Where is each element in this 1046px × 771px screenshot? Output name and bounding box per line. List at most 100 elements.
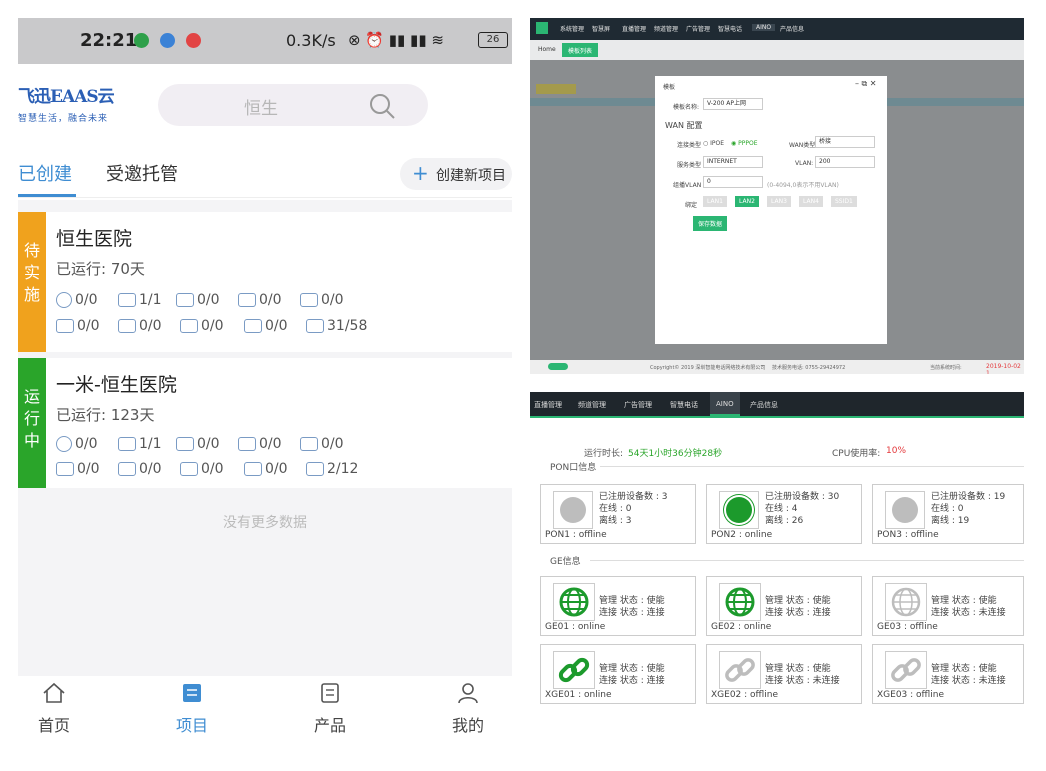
ge-name: GE01 : online bbox=[545, 622, 606, 632]
tab-home[interactable]: Home bbox=[538, 46, 556, 53]
admin-menu-item[interactable]: 广告管理 bbox=[686, 24, 710, 33]
admin-menu-item[interactable]: 智慧电话 bbox=[718, 24, 742, 33]
globe-icon bbox=[56, 292, 72, 308]
screen-icon bbox=[118, 462, 136, 476]
stat-phone: 0/0 bbox=[56, 461, 100, 477]
system-time: 2019-10-02 1 bbox=[986, 363, 1021, 374]
admin-menu-item[interactable]: 系统管理 bbox=[560, 24, 584, 33]
panel-menu-item-active[interactable]: AINO bbox=[710, 392, 740, 416]
project-card[interactable]: 待实施 恒生医院 已运行: 70天 0/0 1/1 0/0 0/0 0/0 0/… bbox=[18, 212, 512, 352]
port-lan3[interactable]: LAN3 bbox=[767, 196, 791, 207]
project-card[interactable]: 运行中 一米-恒生医院 已运行: 123天 0/0 1/1 0/0 0/0 0/… bbox=[18, 358, 512, 488]
toolbar-buttons[interactable] bbox=[536, 84, 576, 94]
name-label: 模板名称: bbox=[673, 104, 700, 111]
create-project-button[interactable]: + 创建新项目 bbox=[400, 158, 512, 190]
ge-card[interactable]: 管理 状态 : 使能 连接 状态 : 连接 GE02 : online bbox=[706, 576, 862, 636]
app-logo: 飞迅EAAS云 智慧生活，融合未来 bbox=[18, 82, 148, 128]
radio-ipoe[interactable]: ○ IPOE bbox=[703, 140, 724, 147]
wan-type-label: WAN类型 bbox=[789, 142, 816, 149]
nav-home[interactable]: 首页 bbox=[24, 682, 84, 736]
port-ssid1[interactable]: SSID1 bbox=[831, 196, 857, 207]
nav-projects[interactable]: 项目 bbox=[162, 682, 222, 736]
xge-name: XGE03 : offline bbox=[877, 690, 944, 700]
dialog-window-controls[interactable]: – ⧉ ✕ bbox=[855, 79, 877, 89]
vlan-input[interactable]: 200 bbox=[815, 156, 875, 168]
pon-card[interactable]: 已注册设备数 : 3 在线 : 0 离线 : 3 PON1 : offline bbox=[540, 484, 696, 544]
admin-menu-item[interactable]: 智慧屏 bbox=[592, 24, 610, 33]
section-divider bbox=[590, 560, 1024, 561]
stat-app: 31/58 bbox=[306, 318, 367, 334]
ge-card[interactable]: 管理 状态 : 使能 连接 状态 : 连接 GE01 : online bbox=[540, 576, 696, 636]
logo-title: 飞迅EAAS云 bbox=[18, 87, 115, 107]
link-icon bbox=[885, 651, 927, 689]
tab-created[interactable]: 已创建 bbox=[18, 160, 72, 186]
project-name: 恒生医院 bbox=[56, 228, 133, 250]
panel-menu-item[interactable]: 频道管理 bbox=[578, 400, 606, 410]
ap-icon bbox=[244, 319, 262, 333]
status-bar: 22:21 0.3K/s ⊗ ⏰ ▮▮ ▮▮ ≋ 26 bbox=[18, 18, 512, 64]
menu-icon[interactable] bbox=[536, 22, 548, 34]
topbar-underline bbox=[530, 416, 1024, 418]
uptime-value: 54天1小时36分钟28秒 bbox=[628, 449, 723, 459]
tab-template-list[interactable]: 模板列表 bbox=[562, 43, 599, 57]
logo-slogan: 智慧生活，融合未来 bbox=[18, 114, 109, 124]
panel-menu-item[interactable]: 广告管理 bbox=[624, 400, 652, 410]
project-runtime: 已运行: 123天 bbox=[56, 406, 155, 424]
plus-icon: + bbox=[412, 161, 429, 185]
pon-name: PON2 : online bbox=[711, 530, 773, 540]
stat-phone: 0/0 bbox=[56, 318, 100, 334]
nav-products[interactable]: 产品 bbox=[300, 682, 360, 736]
project-name: 一米-恒生医院 bbox=[56, 374, 177, 396]
pon-card[interactable]: 已注册设备数 : 19 在线 : 0 离线 : 19 PON3 : offlin… bbox=[872, 484, 1024, 544]
pon-status-icon bbox=[553, 491, 593, 529]
system-time-label: 当前系统时间: bbox=[930, 365, 962, 371]
nav-mine[interactable]: 我的 bbox=[438, 682, 498, 736]
voip-icon bbox=[300, 437, 318, 451]
search-icon[interactable] bbox=[368, 92, 396, 120]
port-lan4[interactable]: LAN4 bbox=[799, 196, 823, 207]
panel-menu-item[interactable]: 智慧电话 bbox=[670, 400, 698, 410]
bind-label: 绑定 bbox=[685, 202, 698, 209]
stat-voip: 0/0 bbox=[300, 436, 344, 452]
panel-menu-item[interactable]: 产品信息 bbox=[750, 400, 778, 410]
tab-invited[interactable]: 受邀托管 bbox=[106, 160, 178, 186]
search-input[interactable]: 恒生 bbox=[158, 84, 428, 126]
template-name-input[interactable]: V-200 AP上网 bbox=[703, 98, 763, 110]
ap-icon bbox=[244, 462, 262, 476]
conn-type-label: 连接类型 bbox=[677, 142, 702, 149]
section-divider bbox=[600, 466, 1024, 467]
admin-menu-item[interactable]: AINO bbox=[752, 24, 776, 31]
router-icon bbox=[118, 437, 136, 451]
mvlan-label: 组播VLAN bbox=[673, 182, 702, 189]
admin-menu-item[interactable]: 产品信息 bbox=[780, 24, 804, 33]
stat-router: 1/1 bbox=[118, 292, 162, 308]
port-lan2[interactable]: LAN2 bbox=[735, 196, 759, 207]
stat-globe: 0/0 bbox=[56, 292, 98, 308]
stat-voip: 0/0 bbox=[300, 292, 344, 308]
notification-icon bbox=[134, 33, 149, 48]
save-button[interactable]: 保存数据 bbox=[693, 216, 728, 231]
wan-type-select[interactable]: 桥接 bbox=[815, 136, 875, 148]
ge-name: GE03 : offline bbox=[877, 622, 938, 632]
app-icon bbox=[306, 462, 324, 476]
signal-icons: ⊗ ⏰ ▮▮ ▮▮ ≋ bbox=[348, 31, 444, 49]
xge-card[interactable]: 管理 状态 : 使能 连接 状态 : 未连接 XGE03 : offline bbox=[872, 644, 1024, 704]
notification-icon bbox=[186, 33, 201, 48]
admin-tabs: Home 模板列表 bbox=[530, 40, 1024, 60]
ge-card[interactable]: 管理 状态 : 使能 连接 状态 : 未连接 GE03 : offline bbox=[872, 576, 1024, 636]
port-lan1[interactable]: LAN1 bbox=[703, 196, 727, 207]
xge-card[interactable]: 管理 状态 : 使能 连接 状态 : 连接 XGE01 : online bbox=[540, 644, 696, 704]
stat-olt: 0/0 bbox=[180, 461, 224, 477]
admin-menu-item[interactable]: 频道管理 bbox=[654, 24, 678, 33]
products-icon bbox=[321, 683, 339, 703]
admin-menu-item[interactable]: 直播管理 bbox=[622, 24, 646, 33]
globe-icon bbox=[719, 583, 761, 621]
link-icon bbox=[553, 651, 595, 689]
xge-card[interactable]: 管理 状态 : 使能 连接 状态 : 未连接 XGE02 : offline bbox=[706, 644, 862, 704]
toggle-icon[interactable] bbox=[548, 363, 568, 370]
panel-menu-item[interactable]: 直播管理 bbox=[534, 400, 562, 410]
service-type-select[interactable]: INTERNET bbox=[703, 156, 763, 168]
radio-pppoe[interactable]: ◉ PPPOE bbox=[731, 140, 758, 147]
mvlan-input[interactable]: 0 bbox=[703, 176, 763, 188]
pon-card[interactable]: 已注册设备数 : 30 在线 : 4 离线 : 26 PON2 : online bbox=[706, 484, 862, 544]
